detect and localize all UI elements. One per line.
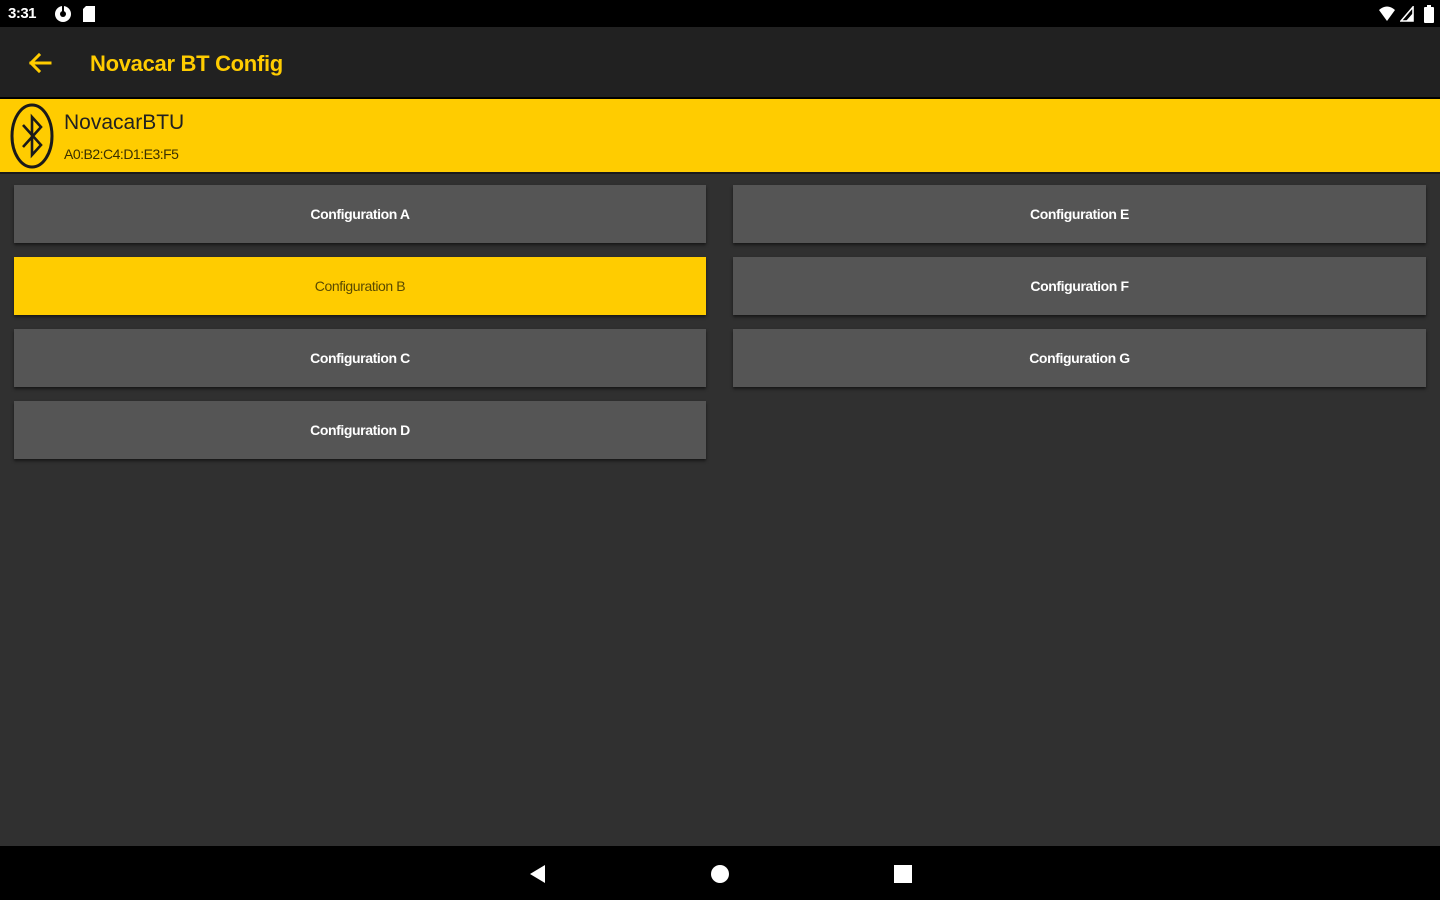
configuration-a-button[interactable]: Configuration A bbox=[14, 185, 706, 243]
configuration-g-button[interactable]: Configuration G bbox=[733, 329, 1426, 387]
settings-icon bbox=[55, 6, 71, 22]
configuration-f-button[interactable]: Configuration F bbox=[733, 257, 1426, 315]
back-button[interactable] bbox=[22, 45, 58, 81]
configuration-b-button[interactable]: Configuration B bbox=[14, 257, 706, 315]
system-nav-bar bbox=[0, 846, 1440, 900]
device-name: NovacarBTU bbox=[64, 111, 185, 134]
nav-home-button[interactable] bbox=[706, 860, 734, 888]
page-title: Novacar BT Config bbox=[90, 51, 283, 76]
configuration-d-button[interactable]: Configuration D bbox=[14, 401, 706, 459]
arrow-left-icon bbox=[28, 52, 52, 74]
device-banner[interactable]: NovacarBTU A0:B2:C4:D1:E3:F5 bbox=[0, 99, 1440, 172]
banner-divider bbox=[0, 172, 1440, 174]
home-circle-icon bbox=[711, 865, 729, 883]
configuration-c-button[interactable]: Configuration C bbox=[14, 329, 706, 387]
status-bar: 3:31 bbox=[0, 0, 1440, 27]
battery-icon bbox=[1424, 5, 1434, 23]
sd-card-icon bbox=[83, 6, 95, 22]
recents-square-icon bbox=[894, 865, 912, 883]
device-address: A0:B2:C4:D1:E3:F5 bbox=[64, 146, 179, 162]
back-triangle-icon bbox=[530, 865, 545, 883]
nav-back-button[interactable] bbox=[524, 860, 552, 888]
cell-signal-icon bbox=[1400, 6, 1414, 22]
wifi-icon bbox=[1379, 6, 1395, 21]
status-time: 3:31 bbox=[8, 5, 37, 22]
app-bar: Novacar BT Config bbox=[0, 27, 1440, 97]
nav-recents-button[interactable] bbox=[889, 860, 917, 888]
configuration-e-button[interactable]: Configuration E bbox=[733, 185, 1426, 243]
bluetooth-icon bbox=[10, 103, 54, 169]
screen: 3:31 Novacar BT Config NovacarBTU A0:B2:… bbox=[0, 0, 1440, 900]
